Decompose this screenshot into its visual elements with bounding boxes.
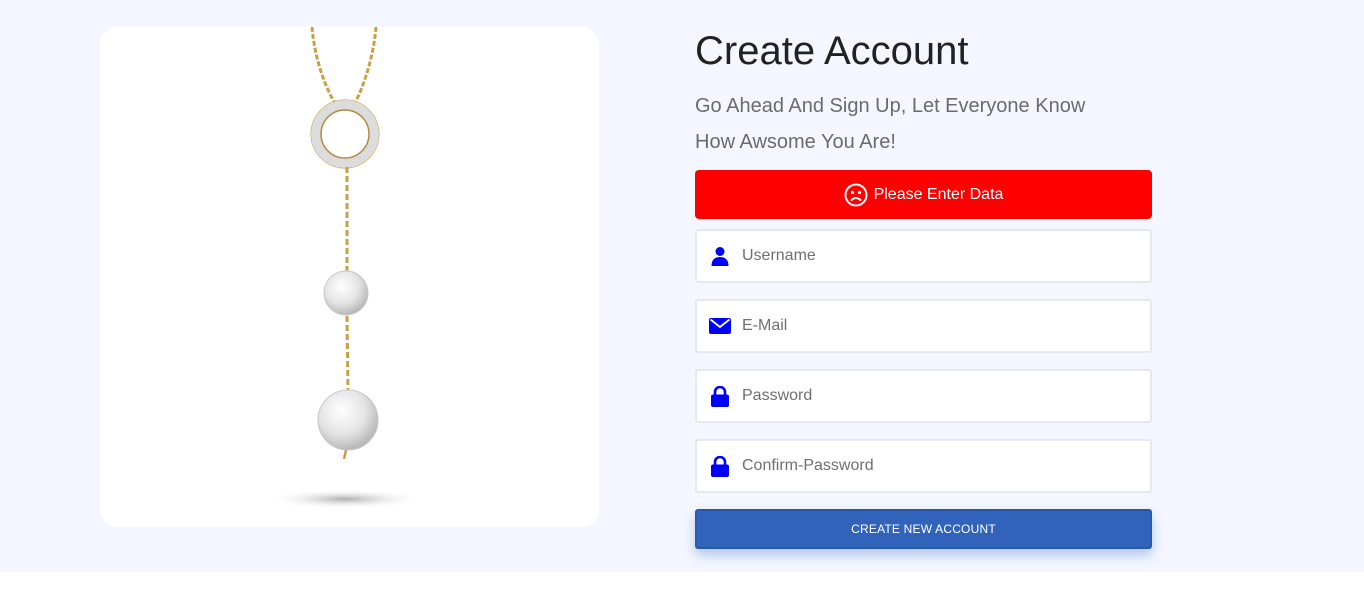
password-field[interactable] — [695, 369, 1152, 423]
confirm-password-field[interactable] — [695, 439, 1152, 493]
email-input[interactable] — [742, 301, 1150, 351]
necklace-image — [265, 27, 425, 509]
frown-icon — [844, 183, 868, 207]
lock-icon — [709, 385, 731, 407]
user-icon — [709, 245, 731, 267]
product-image-card — [100, 27, 599, 527]
page-title: Create Account — [695, 29, 969, 73]
email-field[interactable] — [695, 299, 1152, 353]
envelope-icon — [709, 315, 731, 337]
signup-page: Create Account Go Ahead And Sign Up, Let… — [0, 0, 1364, 572]
username-input[interactable] — [742, 231, 1150, 281]
page-subtitle: Go Ahead And Sign Up, Let Everyone Know … — [695, 95, 1086, 153]
alert-message: Please Enter Data — [873, 185, 1004, 203]
username-field[interactable] — [695, 229, 1152, 283]
signup-form: Create Account Go Ahead And Sign Up, Let… — [695, 28, 1152, 549]
password-input[interactable] — [742, 371, 1150, 421]
confirm-password-input[interactable] — [742, 441, 1150, 491]
create-account-button[interactable]: CREATE NEW ACCOUNT — [695, 509, 1152, 549]
lock-icon — [709, 455, 731, 477]
error-alert: Please Enter Data — [695, 170, 1152, 219]
